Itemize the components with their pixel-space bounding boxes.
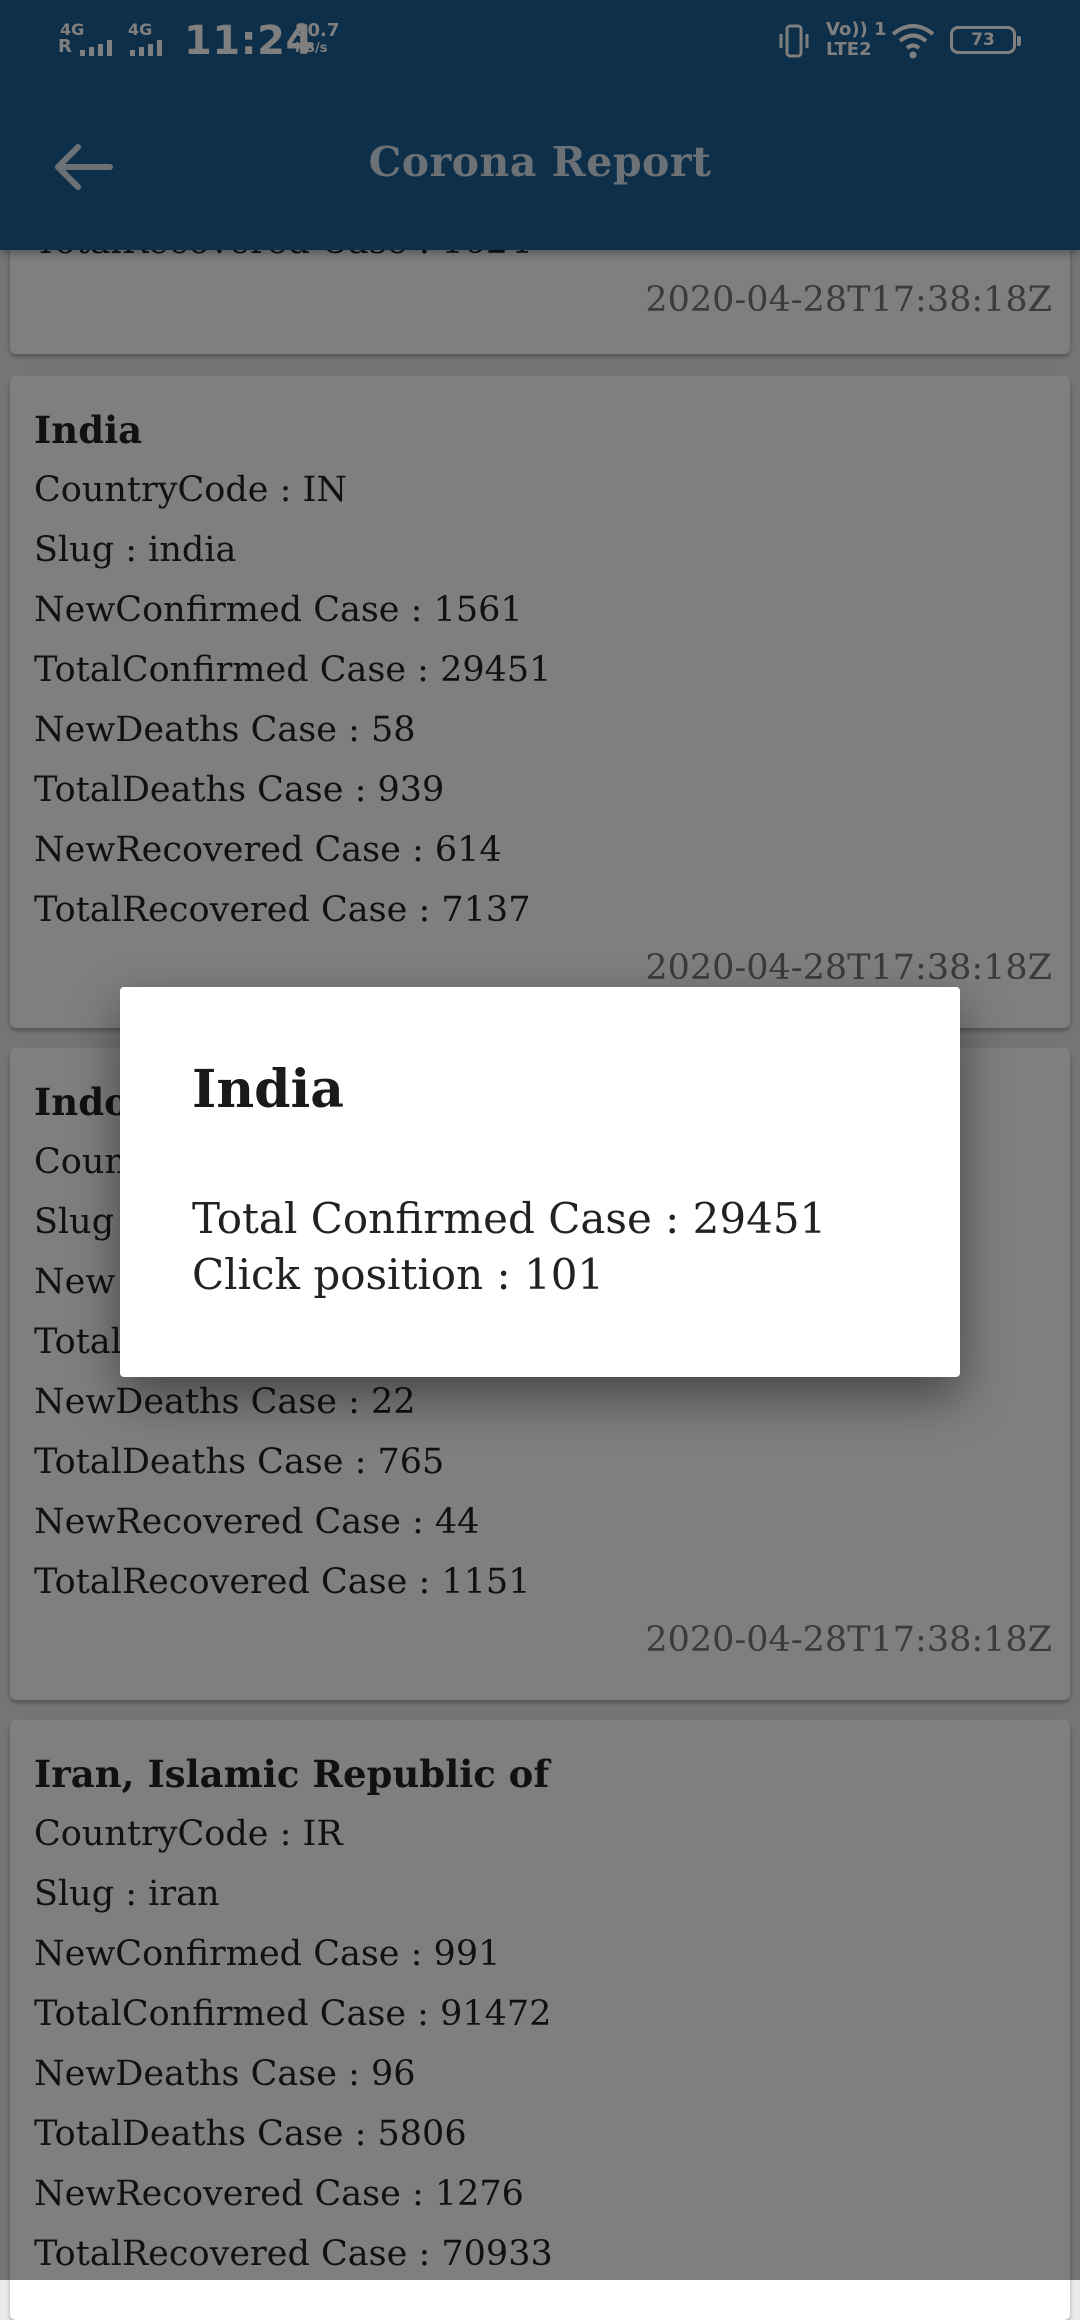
- dialog-title: India: [192, 1059, 344, 1120]
- country-dialog: India Total Confirmed Case : 29451 Click…: [120, 987, 960, 1377]
- dialog-message-total-confirmed: Total Confirmed Case : 29451: [192, 1194, 827, 1243]
- dialog-message-click-position: Click position : 101: [192, 1250, 605, 1299]
